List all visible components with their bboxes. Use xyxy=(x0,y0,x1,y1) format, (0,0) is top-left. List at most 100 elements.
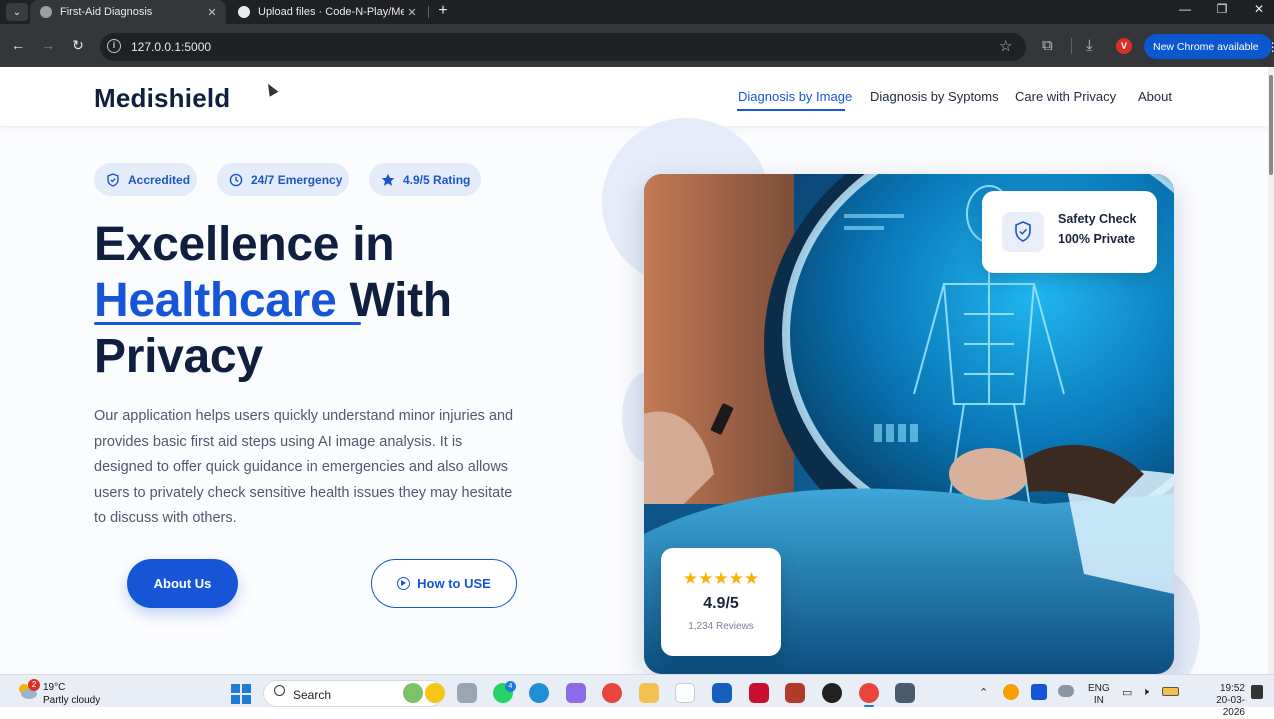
reload-icon[interactable]: ↻ xyxy=(68,37,88,54)
tab-upload-files[interactable]: Upload files · Code-N-Play/Med ✕ xyxy=(230,0,426,24)
new-tab-button[interactable]: + xyxy=(434,2,452,20)
whatsapp-badge: 4 xyxy=(505,681,516,692)
tray-sync-icon[interactable] xyxy=(1003,684,1019,700)
chatgpt-icon[interactable] xyxy=(822,683,842,703)
tray-overflow-chevron-icon[interactable]: ⌃ xyxy=(979,686,988,699)
weather-notification-badge: 2 xyxy=(28,679,40,691)
web-page: Medishield Diagnosis by Image Diagnosis … xyxy=(0,67,1268,674)
nav-active-indicator xyxy=(737,109,845,111)
update-chrome-button[interactable]: New Chrome available ⋮ xyxy=(1144,34,1274,59)
calendar-app-icon[interactable] xyxy=(785,683,805,703)
onedrive-icon[interactable] xyxy=(1058,685,1074,697)
downloads-icon[interactable]: ⤓ xyxy=(1086,37,1093,54)
how-to-use-button[interactable]: How to USE xyxy=(371,559,517,608)
chrome-active-icon[interactable] xyxy=(859,683,879,703)
rating-reviews-count: 1,234 Reviews xyxy=(688,621,754,632)
site-info-icon[interactable]: i xyxy=(107,39,121,53)
hero-heading-with: With xyxy=(336,274,453,327)
windows-start-icon[interactable] xyxy=(231,684,251,704)
file-explorer-icon[interactable] xyxy=(639,683,659,703)
back-icon[interactable]: ← xyxy=(8,37,28,53)
clock-time: 19:52 xyxy=(1219,683,1245,694)
battery-icon[interactable] xyxy=(1162,687,1179,696)
tab-close-icon[interactable]: ✕ xyxy=(204,6,220,19)
hero-heading-line2: Healthcare With xyxy=(94,273,452,328)
update-label: New Chrome available xyxy=(1153,40,1259,53)
clock-date: 20-03-2026 xyxy=(1216,695,1245,718)
weather-description[interactable]: Partly cloudy xyxy=(43,695,100,706)
nav-diagnosis-by-image[interactable]: Diagnosis by Image xyxy=(738,89,852,104)
notifications-icon[interactable] xyxy=(1251,685,1263,699)
maximize-button[interactable]: ❐ xyxy=(1207,2,1237,16)
taskbar-search-label[interactable]: Search xyxy=(293,688,331,702)
github-favicon-icon xyxy=(238,6,250,18)
badge-emergency: 24/7 Emergency xyxy=(217,163,349,196)
badge-label: 4.9/5 Rating xyxy=(403,172,471,187)
badge-label: 24/7 Emergency xyxy=(251,172,343,187)
hero-description: Our application helps users quickly unde… xyxy=(94,408,514,527)
search-icon xyxy=(274,685,285,696)
system-clock[interactable]: 19:52 20-03-2026 xyxy=(1205,683,1245,719)
snipping-tool-icon[interactable] xyxy=(895,683,915,703)
tray-app-icon[interactable] xyxy=(1031,684,1047,700)
volume-muted-icon[interactable]: 🕨 xyxy=(1142,686,1149,699)
windows-taskbar: 2 19°C Partly cloudy Search 4 ⌃ ENG IN ▭… xyxy=(0,674,1274,718)
url-text[interactable]: 127.0.0.1:5000 xyxy=(131,40,211,54)
shield-icon xyxy=(107,172,119,187)
edge-browser-icon[interactable] xyxy=(529,683,549,703)
clock-icon xyxy=(229,173,243,186)
safety-title: Safety Check xyxy=(1058,212,1137,226)
profile-avatar[interactable]: V xyxy=(1116,38,1132,54)
hero-heading-line1: Excellence in xyxy=(94,218,395,271)
rating-stars-icon: ★★★★★ xyxy=(682,569,760,588)
region-code: IN xyxy=(1093,695,1104,706)
scrollbar-thumb[interactable] xyxy=(1269,75,1273,175)
rating-value: 4.9/5 xyxy=(703,595,739,612)
window-close-button[interactable]: ✕ xyxy=(1244,2,1274,16)
nav-diagnosis-by-symptoms[interactable]: Diagnosis by Syptoms xyxy=(870,89,999,104)
safety-icon-box xyxy=(1002,212,1044,252)
site-logo[interactable]: Medishield xyxy=(94,83,230,114)
bookmark-star-icon[interactable]: ☆ xyxy=(999,37,1012,55)
language-code: ENG xyxy=(1088,683,1110,694)
badge-label: Accredited xyxy=(128,172,191,187)
page-scrollbar[interactable] xyxy=(1268,67,1274,674)
about-us-button[interactable]: About Us xyxy=(127,559,238,608)
network-icon[interactable]: ▭ xyxy=(1122,686,1132,699)
widgets-app-icon[interactable] xyxy=(403,683,423,703)
hero-heading-line3: Privacy xyxy=(94,330,263,383)
shield-check-icon xyxy=(1015,221,1031,242)
copilot-icon[interactable] xyxy=(566,683,586,703)
badge-rating: 4.9/5 Rating xyxy=(369,163,481,196)
tab-divider xyxy=(428,6,429,18)
forward-icon[interactable]: → xyxy=(38,37,58,53)
highlight-underline xyxy=(94,322,361,325)
tab-title: Upload files · Code-N-Play/Med xyxy=(258,6,404,18)
nav-care-with-privacy[interactable]: Care with Privacy xyxy=(1015,89,1116,104)
tab-close-icon[interactable]: ✕ xyxy=(404,6,420,19)
mcafee-icon[interactable] xyxy=(749,683,769,703)
globe-favicon-icon xyxy=(40,6,52,18)
tab-title: First-Aid Diagnosis xyxy=(60,6,153,18)
tab-search-dropdown-icon[interactable]: ⌄ xyxy=(6,3,28,21)
weather-temperature[interactable]: 19°C xyxy=(43,682,65,693)
rating-card: ★★★★★ 4.9/5 1,234 Reviews xyxy=(661,548,781,656)
safety-check-card: Safety Check 100% Private xyxy=(982,191,1157,273)
extensions-icon[interactable]: ⧉ xyxy=(1042,37,1053,54)
chrome-menu-icon[interactable]: ⋮ xyxy=(1267,40,1274,54)
play-circle-icon xyxy=(397,577,411,590)
toolbar-divider xyxy=(1071,38,1072,54)
nav-about[interactable]: About xyxy=(1138,89,1172,104)
ms-store-icon[interactable] xyxy=(675,683,695,703)
copilot-app-icon[interactable] xyxy=(425,683,445,703)
hero-heading-highlight: Healthcare xyxy=(94,274,337,327)
language-indicator[interactable]: ENG IN xyxy=(1088,683,1110,707)
minimize-button[interactable]: — xyxy=(1170,2,1200,16)
star-icon xyxy=(381,173,395,186)
task-view-icon[interactable] xyxy=(457,683,477,703)
vscode-icon[interactable] xyxy=(712,683,732,703)
address-bar[interactable] xyxy=(100,33,1026,61)
chrome-icon[interactable] xyxy=(602,683,622,703)
tab-first-aid-diagnosis[interactable]: First-Aid Diagnosis ✕ xyxy=(30,0,226,24)
how-to-use-label: How to USE xyxy=(417,576,491,591)
